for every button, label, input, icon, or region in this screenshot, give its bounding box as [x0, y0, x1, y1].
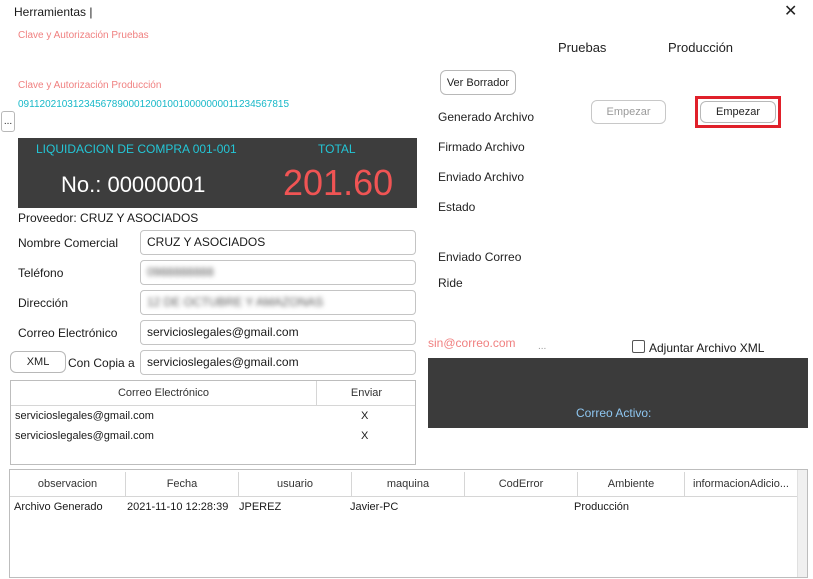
- close-icon[interactable]: ✕: [784, 4, 797, 20]
- enviado-correo-label: Enviado Correo: [438, 250, 522, 264]
- coderror-column-header[interactable]: CodError: [465, 472, 578, 496]
- sender-email: sin@correo.com: [428, 336, 516, 350]
- total-amount: 201.60: [283, 162, 394, 203]
- xml-button[interactable]: XML: [10, 351, 66, 373]
- con-copia-field[interactable]: servicioslegales@gmail.com: [140, 350, 416, 375]
- ver-borrador-button[interactable]: Ver Borrador: [440, 70, 516, 95]
- observacion-column-header[interactable]: observacion: [10, 472, 126, 496]
- estado-label: Estado: [438, 200, 476, 214]
- telefono-label: Teléfono: [18, 266, 64, 280]
- enviar-cell[interactable]: X: [361, 430, 368, 442]
- prod-key-value: 0911202103123456789000120010010000000011…: [18, 99, 290, 110]
- correo-label: Correo Electrónico: [18, 326, 118, 340]
- ambiente-column-header[interactable]: Ambiente: [578, 472, 685, 496]
- correo-field[interactable]: servicioslegales@gmail.com: [140, 320, 416, 345]
- fecha-column-header[interactable]: Fecha: [126, 472, 239, 496]
- table-row[interactable]: servicioslegales@gmail.com X: [11, 427, 415, 447]
- usuario-cell: JPEREZ: [239, 501, 282, 513]
- maquina-cell: Javier-PC: [350, 501, 399, 513]
- prod-key-label: Clave y Autorización Producción: [18, 80, 162, 91]
- table-row[interactable]: servicioslegales@gmail.com X: [11, 407, 415, 427]
- enviar-cell[interactable]: X: [361, 410, 368, 422]
- nombre-comercial-field[interactable]: CRUZ Y ASOCIADOS: [140, 230, 416, 255]
- email-cell: servicioslegales@gmail.com: [15, 410, 154, 422]
- direccion-value: 12 DE OCTUBRE Y AMAZONAS: [147, 295, 324, 309]
- firmado-archivo-label: Firmado Archivo: [438, 140, 525, 154]
- sender-more-button[interactable]: ...: [538, 341, 546, 352]
- header-divider: [10, 496, 797, 497]
- email-column-header[interactable]: Correo Electrónico: [11, 387, 316, 399]
- document-number: No.: 00000001: [61, 172, 206, 197]
- document-summary-panel: LIQUIDACION DE COMPRA 001-001 TOTAL No.:…: [18, 138, 417, 208]
- fecha-cell: 2021-11-10 12:28:39: [127, 501, 229, 513]
- enviado-archivo-label: Enviado Archivo: [438, 170, 525, 184]
- maquina-column-header[interactable]: maquina: [352, 472, 465, 496]
- telefono-field[interactable]: 0988888888: [140, 260, 416, 285]
- vertical-scrollbar[interactable]: [797, 470, 807, 577]
- log-table: observacion Fecha usuario maquina CodErr…: [9, 469, 808, 578]
- window-title: Herramientas |: [14, 5, 93, 19]
- email-table-header: Correo Electrónico Enviar: [11, 381, 415, 406]
- observacion-cell: Archivo Generado: [14, 501, 103, 513]
- total-label: TOTAL: [318, 142, 356, 156]
- test-key-label: Clave y Autorización Pruebas: [18, 30, 149, 41]
- informacion-adicional-column-header[interactable]: informacionAdicio...: [685, 472, 797, 496]
- direccion-label: Dirección: [18, 296, 69, 310]
- usuario-column-header[interactable]: usuario: [239, 472, 352, 496]
- ambiente-cell: Producción: [574, 501, 630, 513]
- proveedor-line: Proveedor: CRUZ Y ASOCIADOS: [18, 211, 199, 225]
- active-email-label: Correo Activo:: [576, 406, 652, 420]
- pruebas-column-title: Pruebas: [558, 40, 607, 55]
- email-cell: servicioslegales@gmail.com: [15, 430, 154, 442]
- enviar-column-header[interactable]: Enviar: [316, 381, 416, 405]
- attach-xml-label: Adjuntar Archivo XML: [649, 341, 765, 355]
- email-table: Correo Electrónico Enviar servicioslegal…: [10, 380, 416, 465]
- ride-label: Ride: [438, 276, 463, 290]
- attach-xml-checkbox[interactable]: [632, 340, 645, 353]
- generado-archivo-label: Generado Archivo: [438, 110, 535, 124]
- telefono-value: 0988888888: [147, 265, 214, 279]
- document-type: LIQUIDACION DE COMPRA 001-001: [36, 142, 237, 156]
- empezar-produccion-button[interactable]: Empezar: [700, 101, 776, 123]
- nombre-comercial-label: Nombre Comercial: [18, 236, 119, 250]
- active-email-panel: Correo Activo:: [428, 358, 808, 428]
- con-copia-label: Con Copia a: [68, 356, 135, 370]
- log-table-header: observacion Fecha usuario maquina CodErr…: [10, 472, 807, 496]
- empezar-pruebas-button[interactable]: Empezar: [591, 100, 666, 124]
- keys-ellipsis-button[interactable]: ...: [1, 111, 15, 132]
- direccion-field[interactable]: 12 DE OCTUBRE Y AMAZONAS: [140, 290, 416, 315]
- produccion-column-title: Producción: [668, 40, 734, 55]
